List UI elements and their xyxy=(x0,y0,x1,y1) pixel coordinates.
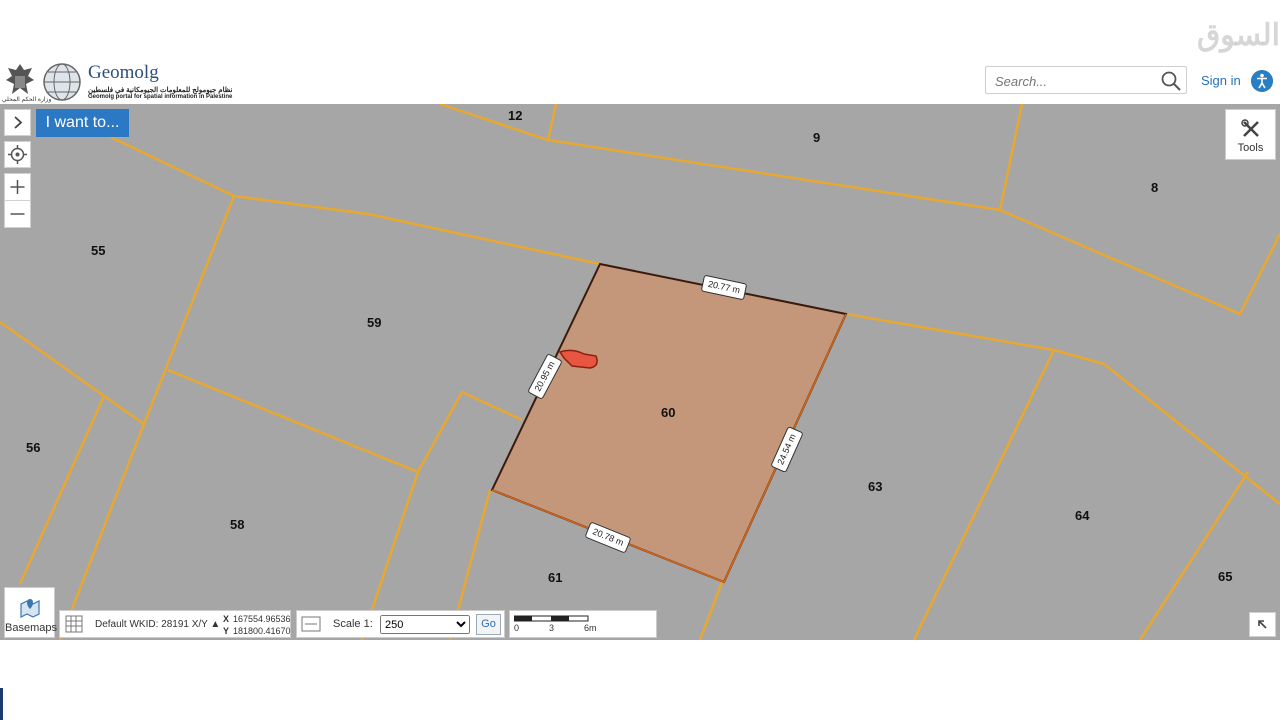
basemaps-button[interactable]: Basemaps xyxy=(4,587,57,638)
i-want-to-button[interactable]: I want to... xyxy=(36,109,129,137)
parcel-map[interactable] xyxy=(0,104,1280,640)
locate-crosshair-icon xyxy=(8,145,27,164)
projection-selector[interactable]: Default WKID: 28191 X/Y ▲ xyxy=(95,619,220,630)
parcel-label: 8 xyxy=(1151,180,1159,195)
brand-subtitle-english: Geomolg portal for spatial information i… xyxy=(88,94,233,100)
minus-icon xyxy=(10,213,25,215)
parcel-label: 64 xyxy=(1075,508,1090,523)
arrow-up-left-icon xyxy=(1258,620,1267,629)
footer-blank xyxy=(0,640,1280,720)
y-coordinate-label: Y xyxy=(223,626,230,636)
tools-icon xyxy=(1241,119,1259,137)
parcel-label: 65 xyxy=(1218,569,1233,584)
parcel-label: 59 xyxy=(367,315,382,330)
grid-projection-icon xyxy=(65,615,83,633)
top-blank-area xyxy=(0,0,1280,56)
scalebar-panel: 0 3 6m xyxy=(509,610,657,638)
chevron-right-icon xyxy=(14,116,23,129)
parcel-label: 63 xyxy=(868,479,883,494)
parcel-label: 61 xyxy=(548,570,563,585)
expand-panel-button[interactable] xyxy=(4,109,31,136)
geomolg-globe-icon xyxy=(43,63,81,101)
selected-parcel-polygon xyxy=(490,262,848,584)
basemaps-icon xyxy=(20,599,40,618)
x-coordinate-value: 167554.96536 xyxy=(233,614,291,624)
tools-button[interactable]: Tools xyxy=(1225,109,1276,160)
scalebar-tick: 3 xyxy=(549,623,555,633)
projection-panel: Default WKID: 28191 X/Y ▲ X 167554.96536… xyxy=(59,610,291,638)
scalebar-tick: 0 xyxy=(514,623,520,633)
parcel-label: 12 xyxy=(508,108,523,123)
left-edge-strip xyxy=(0,688,3,720)
map-canvas[interactable]: 12 9 8 55 59 60 56 58 61 63 64 65 20.77 … xyxy=(0,104,1280,640)
parcel-label-selected: 60 xyxy=(661,405,676,420)
accessibility-icon[interactable] xyxy=(1251,70,1273,92)
expand-corner-button[interactable] xyxy=(1249,612,1276,637)
brand-title[interactable]: Geomolg xyxy=(88,62,159,84)
sign-in-link[interactable]: Sign in xyxy=(1201,73,1241,88)
x-coordinate-label: X xyxy=(223,614,230,624)
parcel-label: 55 xyxy=(91,243,106,258)
basemaps-label: Basemaps xyxy=(5,622,57,634)
parcel-label: 9 xyxy=(813,130,821,145)
zoom-out-button[interactable] xyxy=(4,200,31,228)
search-input[interactable] xyxy=(993,68,1157,94)
go-button[interactable]: Go xyxy=(476,614,501,635)
scalebar-tick: 6m xyxy=(584,623,597,633)
parcel-label: 58 xyxy=(230,517,245,532)
scale-select[interactable]: 250 xyxy=(380,615,470,634)
plus-icon xyxy=(10,180,25,194)
locate-button[interactable] xyxy=(4,141,31,168)
zoom-in-button[interactable] xyxy=(4,173,31,201)
scale-label: Scale 1: xyxy=(333,618,373,630)
scale-icon xyxy=(301,616,321,632)
tools-label: Tools xyxy=(1237,142,1264,154)
y-coordinate-value: 181800.41670 xyxy=(233,626,291,636)
search-icon[interactable] xyxy=(1160,70,1182,92)
search-box xyxy=(985,66,1187,94)
parcel-label: 56 xyxy=(26,440,41,455)
brand-subtitle-arabic: نظام جيومولج للمعلومات الجيومكانية في فل… xyxy=(88,87,233,94)
